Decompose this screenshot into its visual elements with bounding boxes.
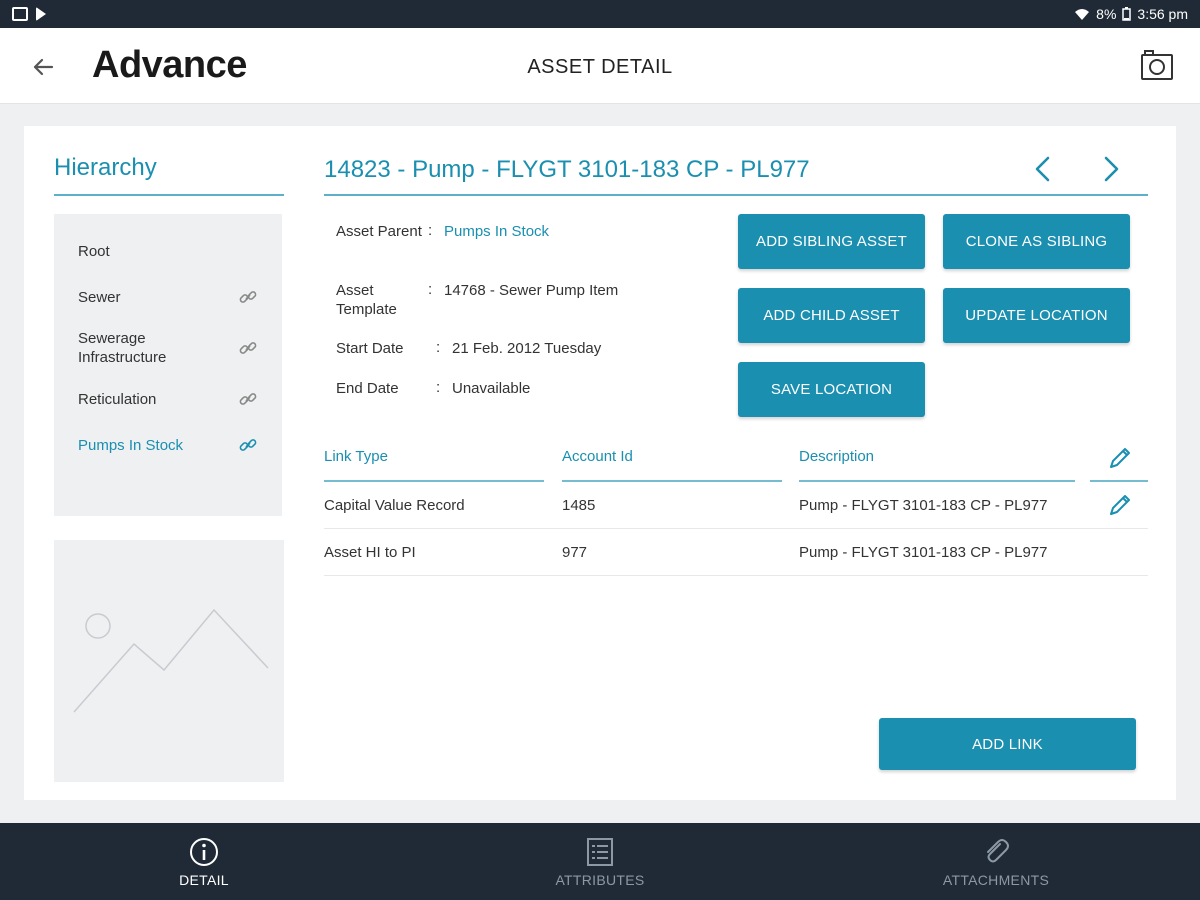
wifi-icon <box>1075 9 1090 20</box>
bottom-nav: DETAIL ATTRIBUTES ATTACHMENTS <box>0 823 1200 900</box>
detail-label: Asset Parent <box>336 223 422 240</box>
edit-row-icon[interactable] <box>1106 491 1134 519</box>
hierarchy-item-label: Sewer <box>78 288 121 306</box>
battery-icon <box>1122 7 1132 21</box>
status-right: 8% 3:56 pm <box>1074 6 1188 22</box>
list-icon <box>587 837 613 866</box>
hierarchy-item-reticulation[interactable]: Reticulation <box>54 376 282 422</box>
description-cell: Pump - FLYGT 3101-183 CP - PL977 <box>799 544 1048 561</box>
play-notification-icon <box>36 7 46 21</box>
column-divider <box>799 480 1075 482</box>
hierarchy-item-label: Sewerage Infrastructure <box>78 330 167 366</box>
info-icon <box>190 837 218 866</box>
tab-attachments[interactable]: ATTACHMENTS <box>796 823 1196 900</box>
detail-value: 21 Feb. 2012 Tuesday <box>452 340 602 357</box>
column-divider <box>562 480 782 482</box>
hierarchy-item-sewerage-infrastructure[interactable]: Sewerage Infrastructure <box>54 320 282 376</box>
tab-detail[interactable]: DETAIL <box>4 823 404 900</box>
row-divider <box>324 575 1148 576</box>
asset-parent-link[interactable]: Pumps In Stock <box>444 222 549 241</box>
paperclip-icon <box>987 838 1009 862</box>
hierarchy-list: Root Sewer Sewerage Infrastructure Retic… <box>54 214 282 516</box>
detail-colon: : <box>428 222 433 239</box>
camera-icon[interactable] <box>1140 48 1174 82</box>
hierarchy-title: Hierarchy <box>54 154 157 181</box>
hierarchy-item-pumps-in-stock[interactable]: Pumps In Stock <box>54 422 282 468</box>
update-location-button[interactable]: UPDATE LOCATION <box>943 288 1130 343</box>
app-header: Advance ASSET DETAIL <box>0 28 1200 104</box>
hierarchy-item-label: Reticulation <box>78 390 157 408</box>
column-divider <box>1090 480 1148 482</box>
detail-colon: : <box>428 281 433 298</box>
column-header-description[interactable]: Description <box>799 448 874 465</box>
account-id-cell: 977 <box>562 544 588 561</box>
asset-title-divider <box>324 194 1148 196</box>
hierarchy-divider <box>54 194 284 196</box>
detail-asset-template: Asset Template : 14768 - Sewer Pump Item <box>336 281 618 319</box>
description-cell: Pump - FLYGT 3101-183 CP - PL977 <box>799 497 1048 514</box>
tab-label: DETAIL <box>179 871 229 888</box>
tab-attributes[interactable]: ATTRIBUTES <box>400 823 800 900</box>
image-placeholder-icon <box>73 608 269 713</box>
column-divider <box>324 480 544 482</box>
detail-value: Unavailable <box>452 380 531 397</box>
save-location-button[interactable]: SAVE LOCATION <box>738 362 925 417</box>
battery-percent: 8% <box>1096 6 1117 22</box>
image-notification-icon <box>12 7 28 21</box>
link-icon[interactable] <box>238 435 258 455</box>
page-title: ASSET DETAIL <box>527 56 673 78</box>
clock: 3:56 pm <box>1137 6 1188 22</box>
asset-image-placeholder[interactable] <box>54 540 284 782</box>
detail-end-date: End Date : Unavailable <box>336 379 530 398</box>
link-icon[interactable] <box>238 287 258 307</box>
hierarchy-item-label: Root <box>78 242 110 260</box>
tab-label: ATTRIBUTES <box>555 871 645 888</box>
hierarchy-item-label: Pumps In Stock <box>78 436 184 454</box>
edit-all-icon[interactable] <box>1106 444 1134 472</box>
clone-as-sibling-button[interactable]: CLONE AS SIBLING <box>943 214 1130 269</box>
detail-label: Start Date <box>336 340 404 357</box>
detail-colon: : <box>436 379 441 396</box>
detail-label: End Date <box>336 380 399 397</box>
chevron-left-icon[interactable] <box>1028 154 1058 184</box>
add-child-asset-button[interactable]: ADD CHILD ASSET <box>738 288 925 343</box>
tab-label: ATTACHMENTS <box>942 871 1050 888</box>
link-type-cell: Asset HI to PI <box>324 544 416 561</box>
detail-label: Asset Template <box>336 282 397 318</box>
detail-value: 14768 - Sewer Pump Item <box>444 282 619 299</box>
add-link-button[interactable]: ADD LINK <box>879 718 1136 770</box>
hierarchy-item-root[interactable]: Root <box>54 228 282 274</box>
asset-title: 14823 - Pump - FLYGT 3101-183 CP - PL977 <box>324 156 810 183</box>
column-header-account-id[interactable]: Account Id <box>562 448 633 465</box>
status-left <box>12 7 46 21</box>
detail-asset-parent: Asset Parent : Pumps In Stock <box>336 222 549 241</box>
add-sibling-asset-button[interactable]: ADD SIBLING ASSET <box>738 214 925 269</box>
detail-colon: : <box>436 339 441 356</box>
column-header-link-type[interactable]: Link Type <box>324 448 388 465</box>
link-type-cell: Capital Value Record <box>324 497 465 514</box>
hierarchy-item-sewer[interactable]: Sewer <box>54 274 282 320</box>
chevron-right-icon[interactable] <box>1096 154 1126 184</box>
detail-start-date: Start Date : 21 Feb. 2012 Tuesday <box>336 339 601 358</box>
row-divider <box>324 528 1148 529</box>
link-icon[interactable] <box>238 338 258 358</box>
account-id-cell: 1485 <box>562 497 596 514</box>
link-icon[interactable] <box>238 389 258 409</box>
status-bar: 8% 3:56 pm <box>0 0 1200 28</box>
main-card: Hierarchy Root Sewer Sewerage Infrastruc… <box>24 126 1176 800</box>
